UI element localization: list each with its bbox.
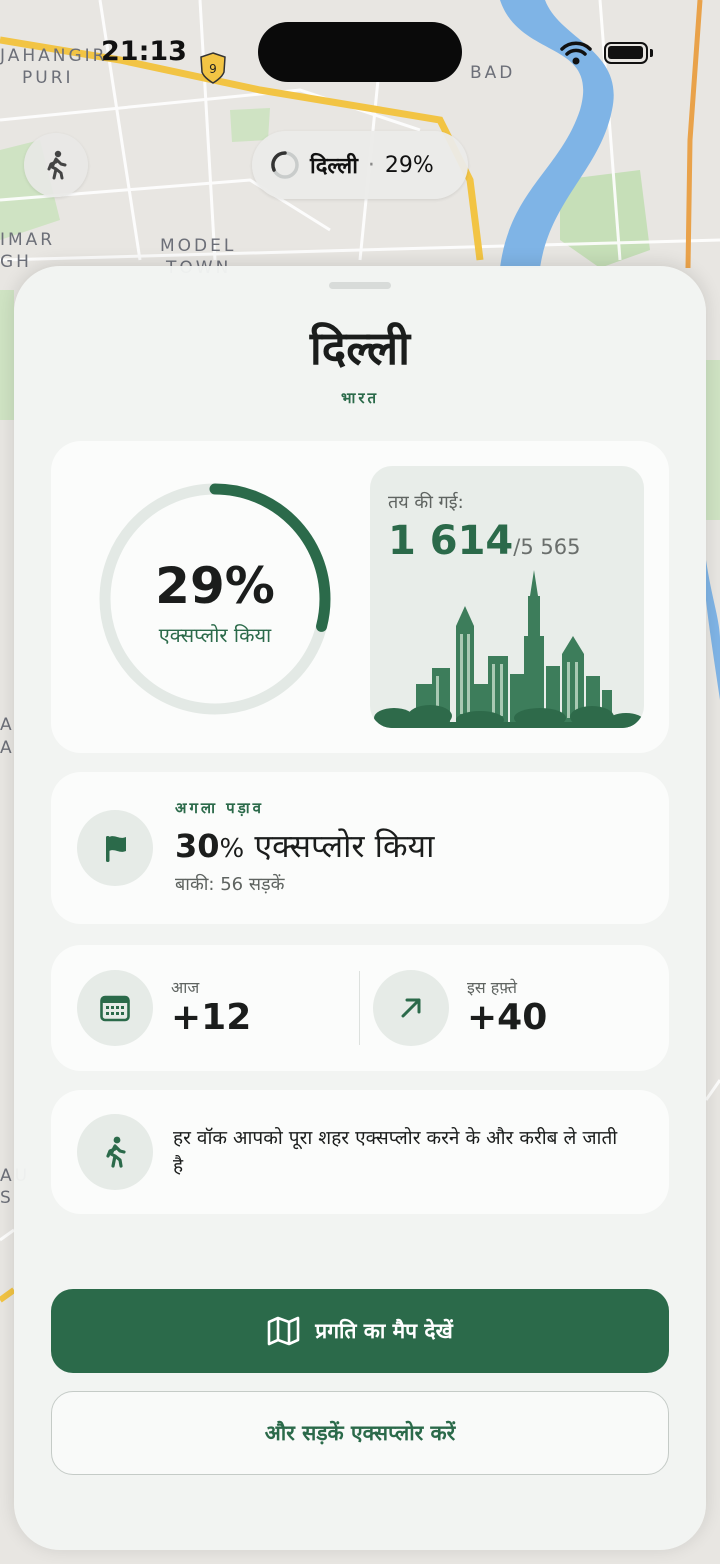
map-label: PURI — [22, 68, 74, 88]
walk-icon — [106, 1136, 126, 1168]
next-milestone-overline: अगला पड़ाव — [175, 799, 264, 817]
streets-walked-panel: तय की गई: 1 614/5 565 — [370, 466, 644, 728]
next-milestone-title: 30% एक्सप्लोर किया — [175, 824, 434, 867]
progress-ring: 29% एक्सप्लोर किया — [95, 479, 335, 719]
next-milestone-remaining: बाकी: 56 सड़कें — [175, 874, 285, 895]
streets-walked-value: 1 614/5 565 — [388, 518, 580, 564]
arrow-up-right-icon — [401, 998, 421, 1018]
next-milestone-percent: 30 — [175, 827, 220, 865]
status-time: 21:13 — [101, 36, 187, 67]
next-milestone-title-text: एक्सप्लोर किया — [244, 827, 435, 865]
motivation-tip-card: हर वॉक आपको पूरा शहर एक्सप्लोर करने के औ… — [51, 1090, 669, 1214]
map-label: JAHANGIR — [0, 46, 108, 66]
dynamic-island — [258, 22, 462, 82]
walk-icon — [47, 150, 67, 180]
wifi-icon — [560, 41, 592, 65]
sheet-grabber[interactable] — [329, 282, 391, 289]
battery-tip — [650, 49, 653, 57]
map-icon — [267, 1316, 300, 1346]
stats-divider — [359, 971, 360, 1045]
week-icon-circle — [373, 970, 449, 1046]
map-label: A — [0, 715, 15, 735]
city-progress-sheet: दिल्ली भारत 29% एक्सप्लोर किया तय की गई:… — [14, 266, 706, 1550]
shield-number: 9 — [209, 62, 217, 76]
today-label: आज — [171, 978, 200, 997]
sheet-title: दिल्ली — [309, 321, 411, 375]
view-progress-map-label: प्रगति का मैप देखें — [315, 1319, 453, 1343]
tip-text: हर वॉक आपको पूरा शहर एक्सप्लोर करने के औ… — [173, 1127, 618, 1177]
streets-walked-count: 1 614 — [388, 518, 514, 564]
flag-icon — [106, 836, 126, 862]
pill-percent: 29% — [384, 152, 434, 178]
view-progress-map-button[interactable]: प्रगति का मैप देखें — [51, 1289, 669, 1373]
streets-walked-label: तय की गई: — [388, 492, 464, 513]
city-skyline-illustration — [374, 570, 644, 728]
week-label: इस हफ़्ते — [467, 978, 517, 997]
explore-more-streets-label: और सड़कें एक्सप्लोर करें — [264, 1421, 456, 1445]
next-milestone-icon-circle — [77, 810, 153, 886]
map-label: IMAR — [0, 230, 56, 250]
today-value: +12 — [171, 997, 252, 1038]
city-progress-pill[interactable]: दिल्ली · 29% — [252, 131, 468, 199]
sheet-subtitle: भारत — [340, 389, 380, 407]
loading-ring-icon — [271, 151, 299, 179]
map-label: S — [0, 1188, 14, 1208]
streets-total: /5 565 — [513, 535, 581, 559]
today-icon-circle — [77, 970, 153, 1046]
progress-label: एक्सप्लोर किया — [158, 623, 272, 647]
battery-icon — [604, 42, 648, 64]
next-milestone-percent-sign: % — [219, 834, 245, 864]
week-value: +40 — [467, 997, 548, 1038]
pill-separator: · — [367, 152, 375, 178]
shield-icon: 9 — [200, 52, 226, 84]
next-milestone-card[interactable]: अगला पड़ाव 30% एक्सप्लोर किया बाकी: 56 स… — [51, 772, 669, 924]
tip-icon-circle — [77, 1114, 153, 1190]
map-label: GH — [0, 252, 32, 272]
stats-card: आज +12 इस हफ़्ते +40 — [51, 945, 669, 1071]
calendar-icon — [100, 995, 130, 1022]
progress-percent: 29% — [155, 557, 275, 615]
progress-card: 29% एक्सप्लोर किया तय की गई: 1 614/5 565 — [51, 441, 669, 753]
explore-more-streets-button[interactable]: और सड़कें एक्सप्लोर करें — [51, 1391, 669, 1475]
map-label: BAD — [470, 63, 516, 83]
map-label: A — [0, 738, 15, 758]
walk-mode-button[interactable] — [24, 133, 88, 197]
pill-city-name: दिल्ली — [310, 154, 358, 179]
map-label: MODEL — [160, 236, 237, 256]
